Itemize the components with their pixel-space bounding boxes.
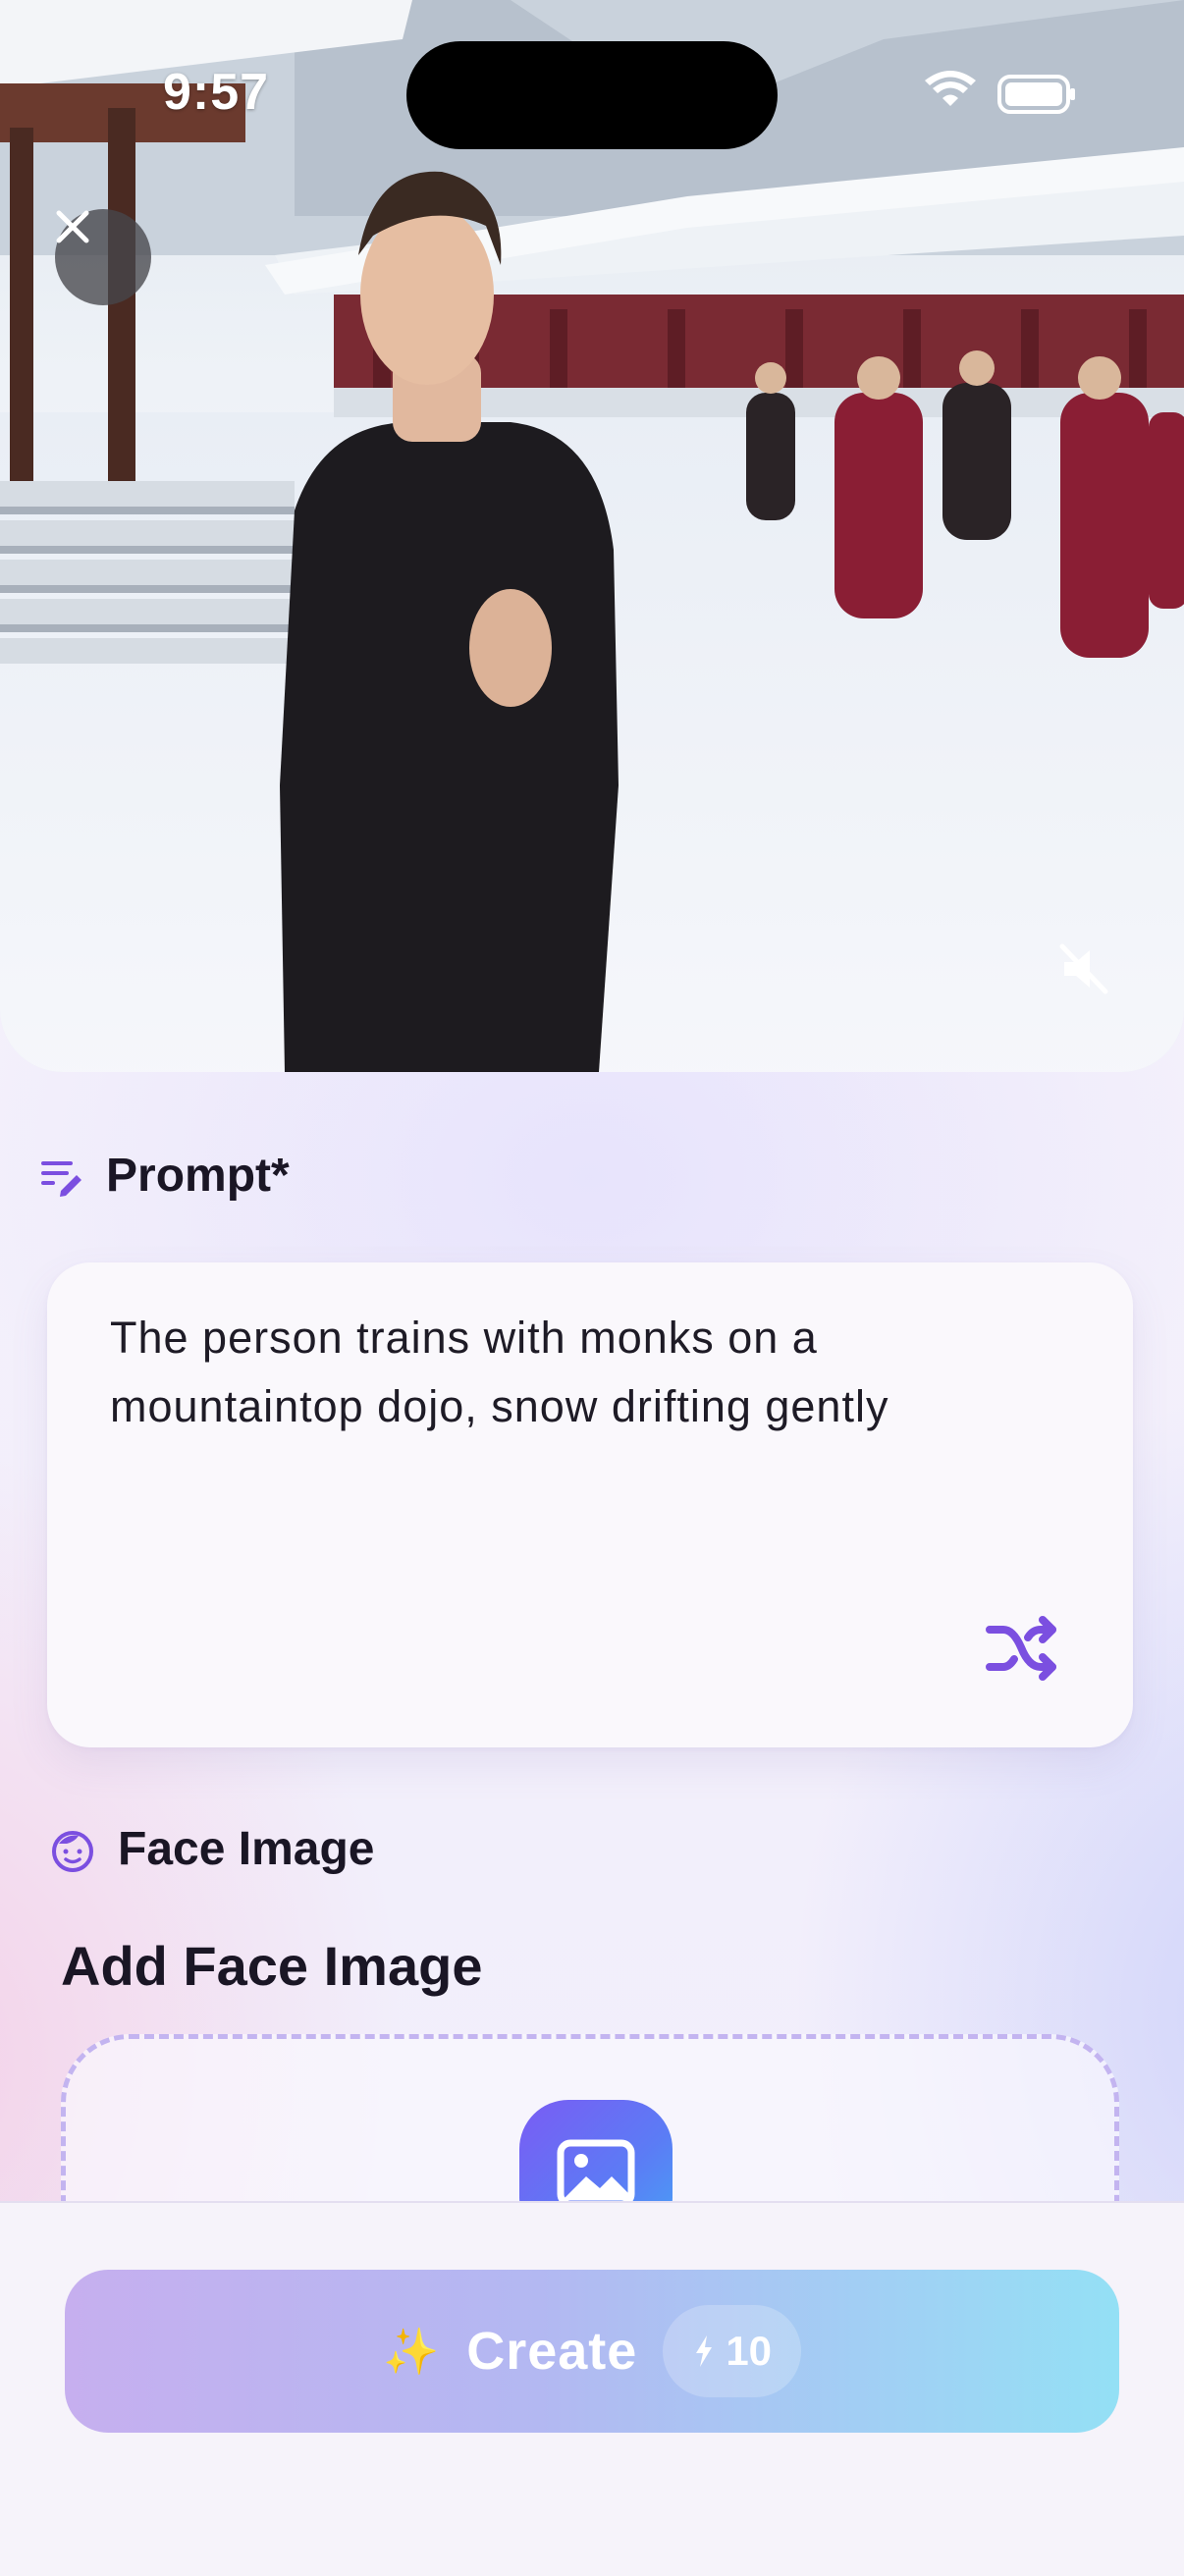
shuffle-icon [986, 1616, 1056, 1681]
face-label: Face Image [118, 1823, 375, 1875]
bolt-icon [696, 2335, 713, 2367]
create-button[interactable]: ✨ Create 10 [65, 2270, 1119, 2433]
prompt-section-header: Prompt* [39, 1149, 290, 1203]
create-label: Create [466, 2322, 638, 2381]
bottom-action-bar: ✨ Create 10 [0, 2201, 1184, 2576]
prompt-input-card[interactable]: The person trains with monks on a mounta… [47, 1262, 1133, 1747]
preview-video[interactable]: 9:57 [0, 0, 1184, 1072]
prompt-textarea[interactable]: The person trains with monks on a mounta… [110, 1304, 1052, 1441]
mute-icon [1059, 943, 1108, 994]
wifi-icon [925, 71, 976, 106]
video-frame [0, 0, 1184, 1072]
close-button[interactable] [55, 209, 151, 305]
shuffle-prompt-button[interactable] [982, 1608, 1062, 1689]
battery-icon [997, 75, 1075, 114]
add-face-title: Add Face Image [61, 1935, 483, 1997]
credit-cost: 10 [726, 2328, 773, 2374]
dynamic-island [406, 41, 778, 149]
mute-button[interactable] [1054, 940, 1111, 997]
close-icon [56, 210, 89, 243]
prompt-label: Prompt* [106, 1150, 290, 1202]
status-time: 9:57 [163, 64, 270, 121]
prompt-edit-icon [41, 1160, 81, 1197]
credit-cost-badge: 10 [663, 2305, 802, 2397]
image-icon [557, 2139, 635, 2208]
face-section-header: Face Image [49, 1822, 374, 1876]
sparkle-icon: ✨ [382, 2325, 440, 2377]
face-icon [52, 1830, 93, 1872]
